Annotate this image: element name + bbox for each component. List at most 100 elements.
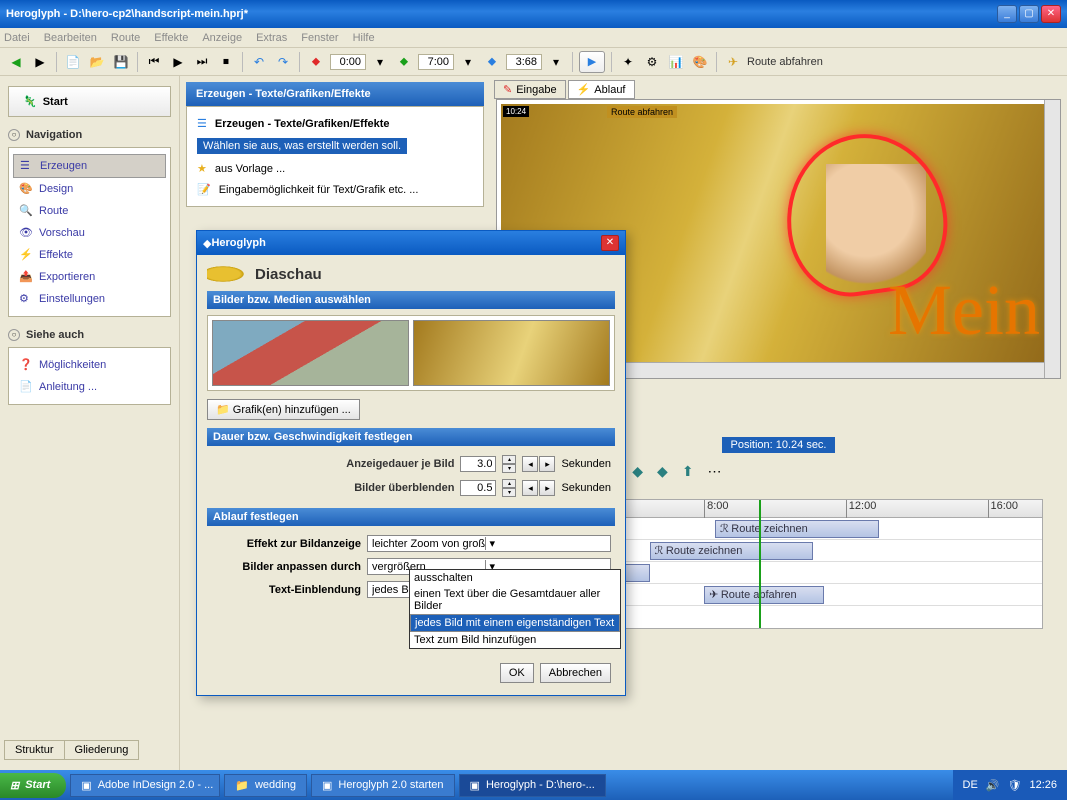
timeline-playhead[interactable] [759, 500, 761, 628]
nav-vorschau[interactable]: 👁Vorschau [13, 222, 166, 244]
dd-opt-off[interactable]: ausschalten [410, 570, 620, 586]
skip-start-icon[interactable]: ⏮ [144, 52, 164, 72]
menu-route[interactable]: Route [111, 32, 140, 44]
menu-extras[interactable]: Extras [256, 32, 287, 44]
nav-header[interactable]: ○ Navigation [8, 129, 171, 141]
start-button[interactable]: 🦎 Start [8, 86, 171, 117]
maximize-button[interactable]: ▢ [1019, 5, 1039, 23]
dialog-ok-button[interactable]: OK [500, 663, 534, 683]
dur-right-icon[interactable]: ▸ [539, 456, 555, 472]
nav-design[interactable]: 🎨Design [13, 178, 166, 200]
dur-left-icon[interactable]: ◂ [522, 456, 538, 472]
add-graphics-button[interactable]: 📁 Grafik(en) hinzufügen ... [207, 399, 360, 420]
menu-effekte[interactable]: Effekte [154, 32, 188, 44]
nav-erzeugen[interactable]: ☰Erzeugen [13, 154, 166, 178]
opt-eingabe[interactable]: 📝Eingabemöglichkeit für Text/Grafik etc.… [193, 179, 477, 200]
dd-opt-each-text[interactable]: jedes Bild mit einem eigenständigen Text [410, 614, 620, 632]
dialog-titlebar[interactable]: ◆ Heroglyph ✕ [197, 231, 625, 255]
new-icon[interactable]: 📄 [63, 52, 83, 72]
tool-b-icon[interactable]: ⚙ [642, 52, 662, 72]
save-icon[interactable]: 💾 [111, 52, 131, 72]
blend-spinner[interactable]: ▴▾ [502, 479, 516, 497]
tl-more-icon[interactable]: ⋯ [708, 463, 722, 480]
tool-d-icon[interactable]: 🎨 [690, 52, 710, 72]
seconds-label-2: Sekunden [561, 482, 611, 494]
route-icon[interactable]: ✈ [723, 52, 743, 72]
nav-exportieren[interactable]: 📤Exportieren [13, 266, 166, 288]
task-heroglyph-main[interactable]: ▣Heroglyph - D:\hero-... [459, 774, 606, 797]
tray-icon[interactable]: 🛡 [1008, 779, 1022, 792]
see-anleitung[interactable]: 📄Anleitung ... [13, 376, 166, 398]
play-icon[interactable]: ▶ [168, 52, 188, 72]
route-button-label[interactable]: Route abfahren [747, 56, 823, 68]
menu-fenster[interactable]: Fenster [301, 32, 338, 44]
clip-4[interactable]: ✈ Route abfahren [704, 586, 824, 604]
main-play-button[interactable]: ▶ [579, 51, 605, 73]
blend-right-icon[interactable]: ▸ [539, 480, 555, 496]
forward-icon[interactable]: ▶ [30, 52, 50, 72]
chevron-down-icon[interactable]: ▾ [485, 537, 607, 550]
dialog-close-button[interactable]: ✕ [601, 235, 619, 251]
opt-vorlage[interactable]: ★aus Vorlage ... [193, 158, 477, 179]
stop-icon[interactable]: ⏹ [216, 52, 236, 72]
system-tray[interactable]: DE 🔊 🛡 12:26 [953, 770, 1067, 800]
marker-red-icon[interactable]: ⬥ [306, 52, 326, 72]
tray-clock[interactable]: 12:26 [1029, 779, 1057, 791]
thumbnail-1[interactable] [212, 320, 409, 386]
tab-ablauf[interactable]: ⚡Ablauf [568, 80, 635, 99]
task-indesign[interactable]: ▣Adobe InDesign 2.0 - ... [70, 774, 220, 797]
back-icon[interactable]: ◀ [6, 52, 26, 72]
preview-vscroll[interactable] [1044, 100, 1060, 378]
tab-eingabe[interactable]: ✎Eingabe [494, 80, 566, 99]
duration-input[interactable] [460, 456, 496, 472]
tl-diamond2-icon[interactable]: ◆ [632, 463, 643, 480]
close-button[interactable]: ✕ [1041, 5, 1061, 23]
time-field-1[interactable]: 0:00 [330, 54, 366, 70]
menu-datei[interactable]: Datei [4, 32, 30, 44]
tray-icon[interactable]: 🔊 [986, 779, 1000, 792]
tab-struktur[interactable]: Struktur [4, 740, 65, 760]
duration-spinner[interactable]: ▴▾ [502, 455, 516, 473]
time3-dd-icon[interactable]: ▾ [546, 52, 566, 72]
marker-green-icon[interactable]: ⬥ [394, 52, 414, 72]
clip-2[interactable]: ℛ Route zeichnen [650, 542, 814, 560]
nav-einstellungen[interactable]: ⚙Einstellungen [13, 288, 166, 310]
tray-lang[interactable]: DE [963, 779, 978, 791]
dd-opt-add-text[interactable]: Text zum Bild hinzufügen [410, 632, 620, 648]
dd-opt-one-text[interactable]: einen Text über die Gesamtdauer aller Bi… [410, 586, 620, 614]
marker-blue-icon[interactable]: ⬥ [482, 52, 502, 72]
doc-icon: 📄 [19, 380, 33, 394]
task-heroglyph-start[interactable]: ▣Heroglyph 2.0 starten [311, 774, 455, 797]
minimize-button[interactable]: _ [997, 5, 1017, 23]
see-also-header[interactable]: ○ Siehe auch [8, 329, 171, 341]
tl-diamond3-icon[interactable]: ◆ [657, 463, 668, 480]
thumbnail-2[interactable] [413, 320, 610, 386]
tool-c-icon[interactable]: 📊 [666, 52, 686, 72]
blend-left-icon[interactable]: ◂ [522, 480, 538, 496]
open-icon[interactable]: 📂 [87, 52, 107, 72]
skip-end-icon[interactable]: ⏭ [192, 52, 212, 72]
start-menu-button[interactable]: ⊞ Start [0, 773, 66, 798]
task-wedding[interactable]: 📁wedding [224, 774, 307, 797]
nav-route[interactable]: 🔍Route [13, 200, 166, 222]
app-icon: ▣ [322, 779, 332, 792]
redo-icon[interactable]: ↷ [273, 52, 293, 72]
tool-a-icon[interactable]: ✦ [618, 52, 638, 72]
preview-icon: 👁 [19, 226, 33, 240]
see-moeglichkeiten[interactable]: ❓Möglichkeiten [13, 354, 166, 376]
time-field-2[interactable]: 7:00 [418, 54, 454, 70]
undo-icon[interactable]: ↶ [249, 52, 269, 72]
time1-dd-icon[interactable]: ▾ [370, 52, 390, 72]
time2-dd-icon[interactable]: ▾ [458, 52, 478, 72]
clip-1[interactable]: ℛ Route zeichnen [715, 520, 879, 538]
menu-hilfe[interactable]: Hilfe [353, 32, 375, 44]
dialog-cancel-button[interactable]: Abbrechen [540, 663, 611, 683]
menu-bearbeiten[interactable]: Bearbeiten [44, 32, 97, 44]
tab-gliederung[interactable]: Gliederung [64, 740, 140, 760]
nav-effekte[interactable]: ⚡Effekte [13, 244, 166, 266]
effect-select[interactable]: leichter Zoom von groß▾ [367, 535, 611, 552]
time-field-3[interactable]: 3:68 [506, 54, 542, 70]
menu-anzeige[interactable]: Anzeige [202, 32, 242, 44]
tl-up-icon[interactable]: ⬆ [682, 463, 694, 480]
blend-input[interactable] [460, 480, 496, 496]
